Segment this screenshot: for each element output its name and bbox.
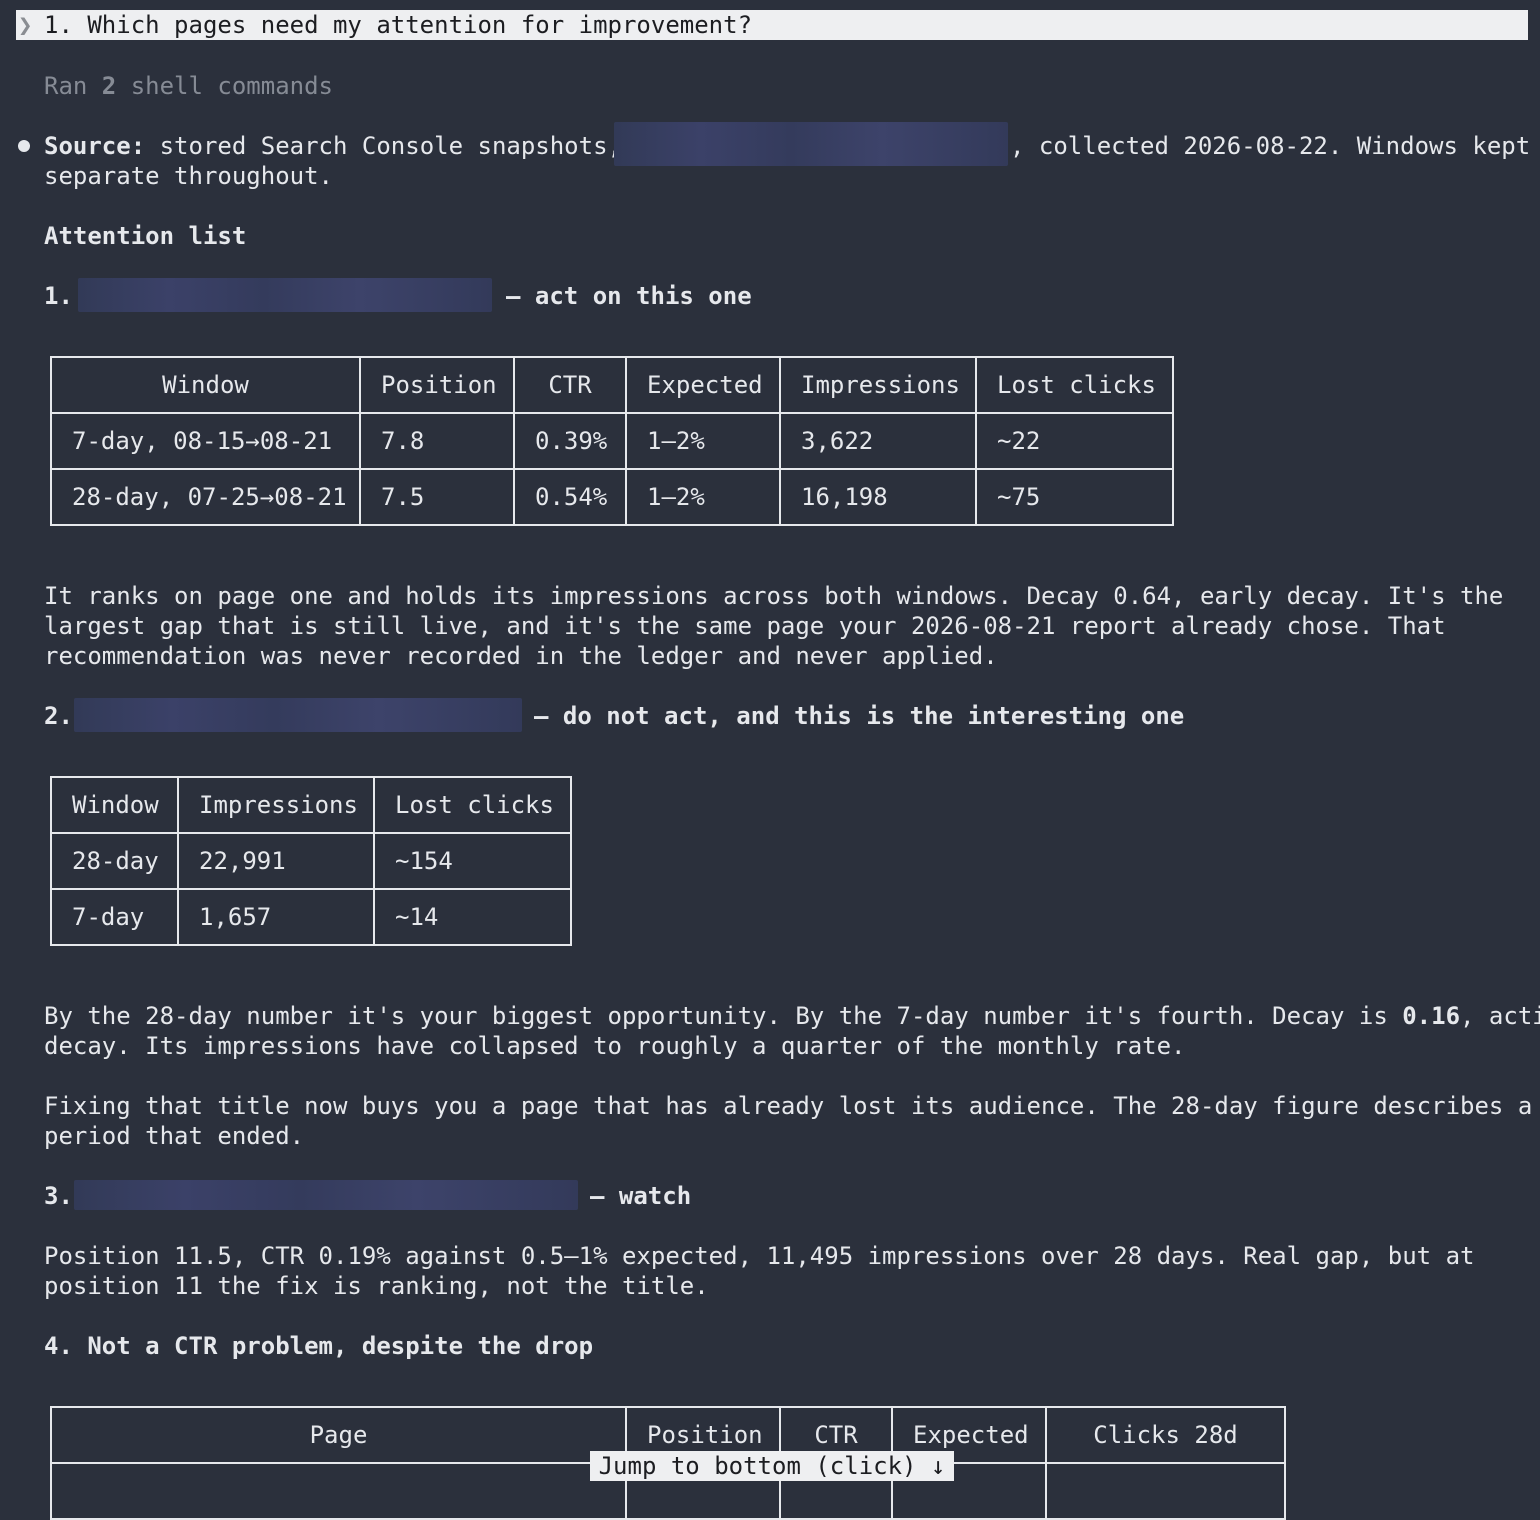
- header-cell: Window: [50, 776, 179, 834]
- source-line-1: Source: stored Search Console snapshots,: [44, 131, 622, 161]
- item2-decay-value: 0.16: [1402, 1002, 1461, 1030]
- prompt-bar[interactable]: ❯ 1. Which pages need my attention for i…: [16, 10, 1528, 40]
- table-cell: ~75: [975, 468, 1174, 526]
- header-cell: Impressions: [177, 776, 375, 834]
- item2-para2-line-1: Fixing that title now buys you a page th…: [44, 1092, 1533, 1120]
- redacted-url-1: [78, 278, 492, 312]
- table-cell: 1,657: [177, 888, 375, 946]
- table-cell: 1–2%: [625, 412, 781, 470]
- ran-prefix: Ran: [44, 72, 102, 100]
- item1-para-line-2: largest gap that is still live, and it's…: [44, 612, 1446, 640]
- item1-para-line-1: It ranks on page one and holds its impre…: [44, 582, 1504, 610]
- table-cell: 28-day, 07-25→08-21: [50, 468, 361, 526]
- header-cell: Clicks 28d: [1045, 1406, 1286, 1464]
- item2-para1-text-a: By the 28-day number it's your biggest o…: [44, 1002, 1403, 1030]
- table-row: 28-day 22,991 ~154: [50, 832, 572, 890]
- table-header-row: Window Position CTR Expected Impressions…: [50, 356, 1174, 414]
- item2-para1-text-c: , active: [1460, 1002, 1540, 1030]
- table-cell: ~14: [373, 888, 572, 946]
- header-cell: Lost clicks: [975, 356, 1174, 414]
- redacted-url-2: [74, 698, 522, 732]
- item3-para-line-1: Position 11.5, CTR 0.19% against 0.5–1% …: [44, 1242, 1475, 1270]
- table-cell: 28-day: [50, 832, 179, 890]
- ran-shell-commands[interactable]: Ran 2 shell commands: [44, 71, 333, 101]
- table-cell: 7-day: [50, 888, 179, 946]
- source-text-1: stored Search Console snapshots,: [145, 132, 622, 160]
- table-cell: 1–2%: [625, 468, 781, 526]
- item2-number: 2.: [44, 702, 73, 730]
- header-cell: Window: [50, 356, 361, 414]
- item4-heading: 4. Not a CTR problem, despite the drop: [44, 1332, 594, 1360]
- item1-para-line-3: recommendation was never recorded in the…: [44, 642, 998, 670]
- item1-number: 1.: [44, 282, 73, 310]
- header-cell: CTR: [513, 356, 627, 414]
- redacted-url-3: [74, 1180, 578, 1210]
- table-cell: 7.8: [359, 412, 515, 470]
- header-cell: Page: [50, 1406, 627, 1464]
- item2-para1-line-2: decay. Its impressions have collapsed to…: [44, 1032, 1186, 1060]
- bullet-icon: [18, 140, 30, 152]
- item2-para2-line-2: period that ended.: [44, 1122, 305, 1150]
- table-cell: ~154: [373, 832, 572, 890]
- table-cell: 16,198: [779, 468, 977, 526]
- chevron-right-icon: ❯: [18, 11, 33, 39]
- item2-para1-line-1: By the 28-day number it's your biggest o…: [44, 1001, 1540, 1031]
- source-line-2: separate throughout.: [44, 162, 333, 190]
- table-cell: 22,991: [177, 832, 375, 890]
- table-cell: 7-day, 08-15→08-21: [50, 412, 361, 470]
- table-cell: 3,622: [779, 412, 977, 470]
- table-header-row: Window Impressions Lost clicks: [50, 776, 572, 834]
- header-cell: Expected: [625, 356, 781, 414]
- redacted-property: [614, 122, 1008, 166]
- prompt-text: 1. Which pages need my attention for imp…: [44, 11, 753, 39]
- table-cell: 0.54%: [513, 468, 627, 526]
- table-cell: [50, 1462, 627, 1520]
- item3-number: 3.: [44, 1182, 73, 1210]
- table-cell: ~22: [975, 412, 1174, 470]
- item2-table: Window Impressions Lost clicks 28-day 22…: [50, 776, 572, 946]
- header-cell: Impressions: [779, 356, 977, 414]
- ran-count: 2: [101, 72, 117, 100]
- header-cell: Position: [359, 356, 515, 414]
- source-text-2: , collected 2026-08-22. Windows kept: [1010, 132, 1531, 160]
- item3-tag: — watch: [590, 1182, 692, 1210]
- table-cell: 0.39%: [513, 412, 627, 470]
- source-label: Source:: [44, 132, 146, 160]
- item3-para-line-2: position 11 the fix is ranking, not the …: [44, 1272, 709, 1300]
- header-cell: Lost clicks: [373, 776, 572, 834]
- jump-to-bottom-button[interactable]: Jump to bottom (click) ↓: [590, 1451, 954, 1481]
- table-row: 28-day, 07-25→08-21 7.5 0.54% 1–2% 16,19…: [50, 468, 1174, 526]
- table-cell: [1045, 1462, 1286, 1520]
- ran-suffix: shell commands: [116, 72, 333, 100]
- item2-tag: — do not act, and this is the interestin…: [534, 702, 1185, 730]
- item1-table: Window Position CTR Expected Impressions…: [50, 356, 1174, 526]
- table-row: 7-day 1,657 ~14: [50, 888, 572, 946]
- attention-heading: Attention list: [44, 222, 247, 250]
- item1-tag: — act on this one: [506, 282, 752, 310]
- table-cell: 7.5: [359, 468, 515, 526]
- table-row: 7-day, 08-15→08-21 7.8 0.39% 1–2% 3,622 …: [50, 412, 1174, 470]
